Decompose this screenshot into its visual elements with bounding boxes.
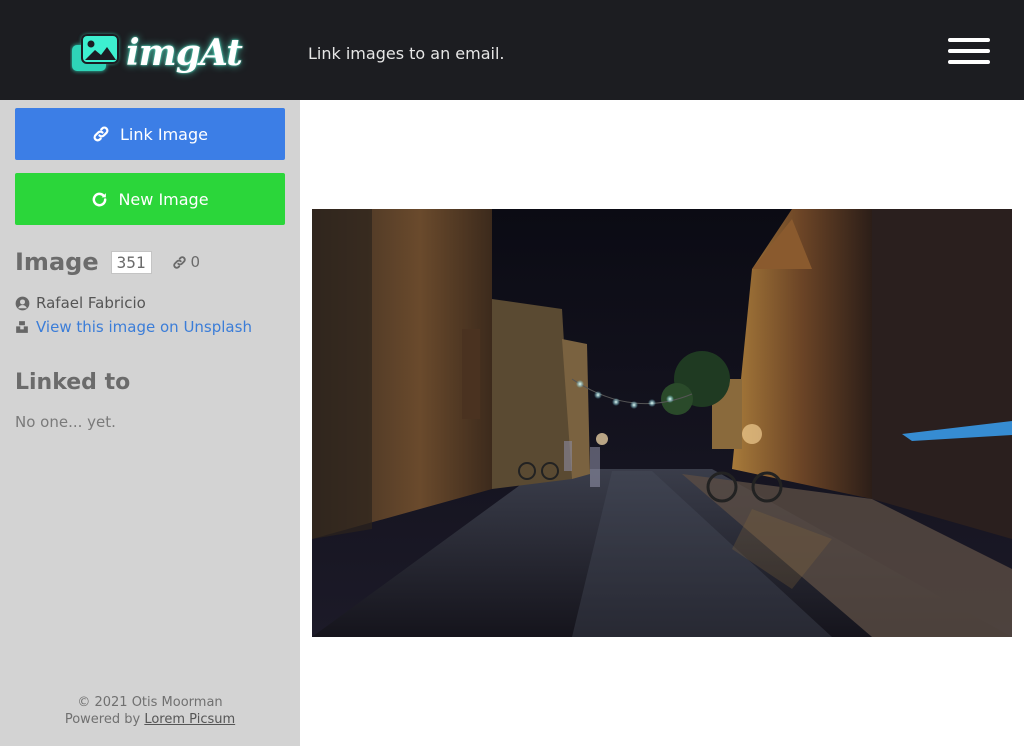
link-icon — [93, 126, 109, 142]
user-circle-icon — [15, 296, 30, 310]
app-logo[interactable]: imgAt — [70, 28, 243, 78]
link-count-value: 0 — [190, 253, 201, 271]
logo-text: imgAt — [126, 32, 243, 74]
link-image-label: Link Image — [120, 124, 208, 144]
main-photo — [312, 209, 1012, 637]
hamburger-menu-icon[interactable] — [948, 38, 990, 66]
image-gallery-icon — [70, 31, 122, 75]
sidebar-footer: © 2021 Otis Moorman Powered by Lorem Pic… — [0, 694, 300, 728]
author-name: Rafael Fabricio — [36, 294, 146, 312]
image-heading: Image — [15, 248, 99, 276]
new-image-label: New Image — [118, 189, 209, 209]
powered-by-text: Powered by — [64, 712, 141, 727]
link-icon — [172, 255, 186, 269]
powered-by-line: Powered by Lorem Picsum — [0, 711, 300, 728]
linked-to-heading: Linked to — [15, 370, 131, 395]
unsplash-link[interactable]: View this image on Unsplash — [36, 318, 252, 336]
link-image-button[interactable]: Link Image — [15, 108, 285, 160]
linked-to-empty-text: No one... yet. — [15, 413, 116, 431]
unsplash-credit: View this image on Unsplash — [15, 318, 252, 336]
refresh-icon — [93, 192, 107, 206]
lorem-picsum-link[interactable]: Lorem Picsum — [144, 712, 235, 727]
image-id-badge: 351 — [110, 250, 152, 274]
new-image-button[interactable]: New Image — [15, 173, 285, 225]
sidebar: Link Image New Image Image 351 0 Rafael … — [0, 100, 300, 746]
link-count: 0 — [172, 253, 201, 271]
image-info: Image 351 0 — [15, 248, 200, 276]
header-tagline: Link images to an email. — [308, 44, 505, 63]
unsplash-icon — [16, 321, 28, 333]
top-header: imgAt Link images to an email. — [0, 0, 1024, 100]
author-credit: Rafael Fabricio — [15, 294, 146, 312]
copyright-text: © 2021 Otis Moorman — [77, 695, 223, 710]
